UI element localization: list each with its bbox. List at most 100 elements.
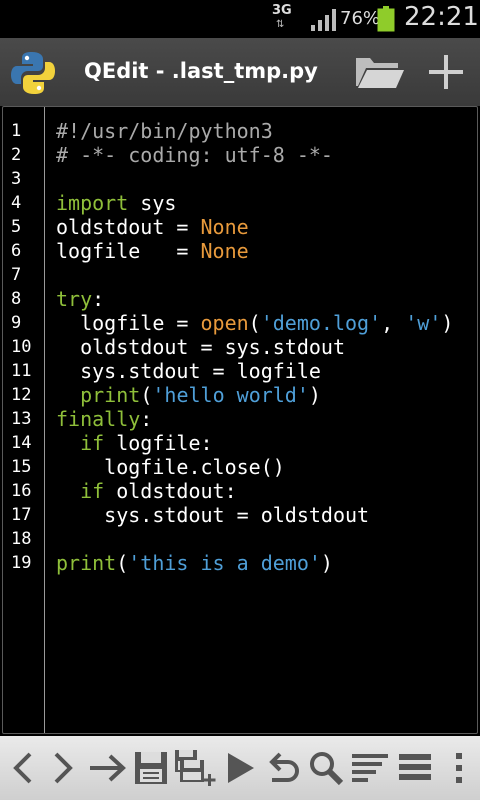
code-line[interactable]: 5 oldstdout = None	[3, 215, 477, 239]
line-number: 1	[11, 121, 22, 141]
code-token: sys.stdout = oldstdout	[56, 503, 370, 527]
code-text: logfile = open('demo.log', 'w')	[56, 311, 453, 335]
python-logo-icon[interactable]	[10, 50, 56, 96]
line-number: 10	[11, 337, 32, 357]
undo-icon[interactable]	[262, 748, 302, 788]
code-line[interactable]: 13 finally:	[3, 407, 477, 431]
code-token: )	[320, 551, 333, 575]
code-token: (	[140, 383, 153, 407]
code-token: if	[80, 431, 105, 455]
code-line[interactable]: 15 logfile.close()	[3, 455, 477, 479]
code-token: 'hello world'	[152, 383, 309, 407]
code-token: :	[92, 287, 105, 311]
line-number: 3	[11, 169, 22, 189]
status-bar: 3G ⇅ 76% 22:21	[0, 0, 480, 38]
code-token: #!/usr/bin/python3	[56, 119, 273, 143]
code-token: print	[56, 551, 117, 575]
code-token: if	[80, 479, 105, 503]
code-line[interactable]: 19 print('this is a demo')	[3, 551, 477, 575]
code-token: try	[56, 287, 93, 311]
network-type: 3G	[272, 3, 292, 18]
code-line[interactable]: 18	[3, 527, 477, 551]
line-number: 11	[11, 361, 32, 381]
code-line[interactable]: 14 if logfile:	[3, 431, 477, 455]
code-token: logfile =	[56, 311, 201, 335]
line-number: 5	[11, 217, 22, 237]
code-token: # -*- coding: utf-8 -*-	[56, 143, 333, 167]
code-line[interactable]: 11 sys.stdout = logfile	[3, 359, 477, 383]
code-text: print('hello world')	[56, 383, 321, 407]
bottom-toolbar	[0, 736, 480, 800]
code-token: oldstdout = sys.stdout	[56, 335, 345, 359]
line-number: 19	[11, 553, 32, 573]
code-text: if oldstdout:	[56, 479, 237, 503]
code-text: import sys	[56, 191, 176, 215]
code-line[interactable]: 3	[3, 167, 477, 191]
code-editor[interactable]: 1 #!/usr/bin/python3 2 # -*- coding: utf-8 …	[2, 106, 478, 734]
line-number: 7	[11, 265, 22, 285]
line-number: 14	[11, 433, 32, 453]
folder-icon[interactable]	[352, 52, 406, 92]
code-text: if logfile:	[56, 431, 213, 455]
code-line[interactable]: 12 print('hello world')	[3, 383, 477, 407]
app-title: QEdit - .last_tmp.py	[84, 59, 318, 83]
code-line[interactable]: 17 sys.stdout = oldstdout	[3, 503, 477, 527]
line-number: 13	[11, 409, 32, 429]
forward-icon[interactable]	[46, 748, 80, 788]
code-token: sys.stdout = logfile	[56, 359, 321, 383]
code-line[interactable]: 8 try:	[3, 287, 477, 311]
code-text: logfile = None	[56, 239, 249, 263]
format-icon[interactable]	[350, 748, 390, 788]
line-number: 17	[11, 505, 32, 525]
code-token: oldstdout:	[104, 479, 237, 503]
line-number: 12	[11, 385, 32, 405]
line-number: 18	[11, 529, 32, 549]
goto-line-icon[interactable]	[86, 748, 128, 788]
code-token: None	[200, 239, 249, 263]
code-token: 'this is a demo'	[128, 551, 321, 575]
save-icon[interactable]	[132, 748, 170, 788]
action-bar: QEdit - .last_tmp.py	[0, 38, 480, 106]
line-number: 9	[11, 313, 22, 333]
code-text: # -*- coding: utf-8 -*-	[56, 143, 333, 167]
code-token: 'w'	[405, 311, 442, 335]
line-number: 16	[11, 481, 32, 501]
search-icon[interactable]	[306, 748, 346, 788]
code-token: ,	[381, 311, 406, 335]
code-line[interactable]: 7	[3, 263, 477, 287]
plus-icon[interactable]	[424, 50, 468, 94]
code-line[interactable]: 4 import sys	[3, 191, 477, 215]
code-line[interactable]: 2 # -*- coding: utf-8 -*-	[3, 143, 477, 167]
battery-icon	[377, 6, 395, 32]
code-token: import	[56, 191, 129, 215]
line-number: 4	[11, 193, 22, 213]
code-line[interactable]: 9 logfile = open('demo.log', 'w')	[3, 311, 477, 335]
code-text: try:	[56, 287, 104, 311]
code-token: logfile.close()	[56, 455, 285, 479]
back-icon[interactable]	[6, 748, 40, 788]
line-number: 15	[11, 457, 32, 477]
code-text: logfile.close()	[56, 455, 285, 479]
code-token: oldstdout =	[56, 215, 201, 239]
clock: 22:21	[404, 2, 479, 32]
save-as-icon[interactable]	[172, 748, 218, 788]
code-line[interactable]: 1 #!/usr/bin/python3	[3, 119, 477, 143]
signal-icon	[311, 9, 336, 31]
code-line[interactable]: 16 if oldstdout:	[3, 479, 477, 503]
code-token: :	[140, 407, 153, 431]
code-line[interactable]: 6 logfile = None	[3, 239, 477, 263]
menu-list-icon[interactable]	[396, 748, 434, 788]
run-icon[interactable]	[222, 748, 258, 788]
code-text: print('this is a demo')	[56, 551, 333, 575]
code-token: )	[441, 311, 454, 335]
line-number: 6	[11, 241, 22, 261]
code-token: logfile:	[104, 431, 213, 455]
overflow-menu-icon[interactable]	[448, 748, 470, 788]
code-token: open	[200, 311, 249, 335]
code-line[interactable]: 10 oldstdout = sys.stdout	[3, 335, 477, 359]
line-number: 8	[11, 289, 22, 309]
code-token: logfile =	[56, 239, 201, 263]
code-token: finally	[56, 407, 141, 431]
